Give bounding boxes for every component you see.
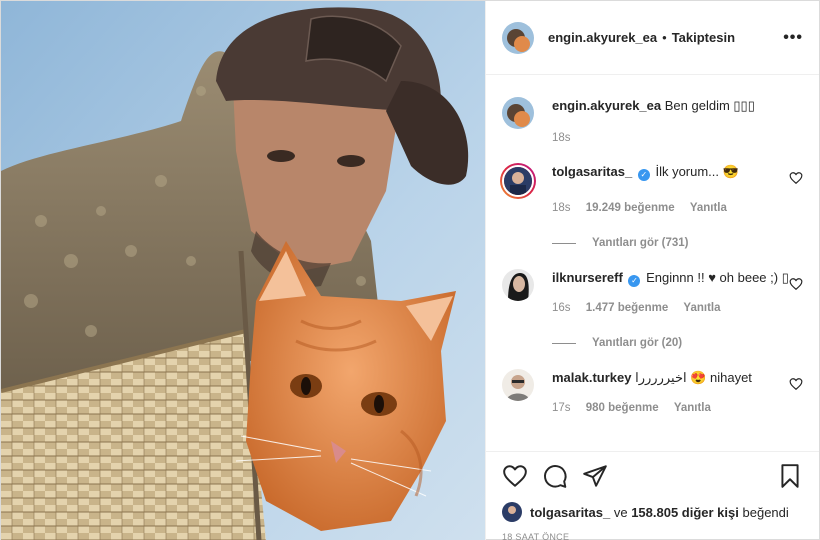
replies-divider [552, 242, 576, 244]
post-header: engin.akyurek_ea • Takiptesin ••• [486, 1, 819, 75]
comment-username[interactable]: tolgasaritas_ [552, 164, 632, 179]
comment-text: اخيرررررا 😍 nihayet [635, 370, 752, 385]
reply-button[interactable]: Yanıtla [683, 302, 720, 314]
comment-avatar-image [502, 269, 534, 301]
verified-badge-icon: ✓ [628, 275, 641, 287]
verified-badge-icon: ✓ [637, 169, 650, 181]
comment-like-heart-icon[interactable] [789, 171, 803, 185]
author-username[interactable]: engin.akyurek_ea [548, 30, 657, 45]
comment-icon[interactable] [542, 463, 568, 489]
post-side-panel: engin.akyurek_ea • Takiptesin ••• engin.… [485, 1, 819, 540]
reply-button[interactable]: Yanıtla [674, 402, 711, 414]
comment-avatar-story-ring[interactable] [500, 163, 536, 199]
author-avatar[interactable] [502, 21, 534, 54]
send-icon[interactable] [582, 463, 608, 489]
comment-item: tolgasaritas_ ✓ İlk yorum... 😎 18s 19.24… [500, 163, 803, 217]
comment-meta: 17s 980 beğenme Yanıtla [552, 399, 803, 417]
comment-like-heart-icon[interactable] [789, 377, 803, 391]
post-timestamp[interactable]: 18 SAAT ÖNCE [502, 532, 803, 540]
comment-text: Enginnn !! ♥ oh beee ;) ▯ [646, 270, 789, 285]
comment-item: ilknursereff ✓ Enginnn !! ♥ oh beee ;) ▯… [502, 269, 803, 317]
heart-icon[interactable] [502, 463, 528, 489]
author-avatar-image [502, 21, 534, 54]
comment-time[interactable]: 16s [552, 302, 571, 314]
liked-by-user[interactable]: tolgasaritas_ [530, 505, 610, 520]
view-replies-button[interactable]: Yanıtları gör (20) [552, 337, 803, 349]
view-replies-label: Yanıtları gör (20) [592, 337, 683, 349]
photo-illustration [1, 1, 485, 540]
comment-body: tolgasaritas_ ✓ İlk yorum... 😎 18s 19.24… [552, 163, 803, 217]
comment-avatar[interactable] [502, 269, 534, 301]
liked-by: tolgasaritas_ ve 158.805 diğer kişi beğe… [502, 502, 803, 522]
view-replies-label: Yanıtları gör (731) [592, 237, 689, 249]
more-horizontal-icon[interactable]: ••• [783, 29, 803, 47]
header-separator: • [662, 30, 667, 45]
comment-likes[interactable]: 980 beğenme [586, 402, 659, 414]
comment-meta: 18s 19.249 beğenme Yanıtla [552, 199, 803, 217]
replies-divider [552, 342, 576, 344]
comment-body: ilknursereff ✓ Enginnn !! ♥ oh beee ;) ▯… [552, 269, 803, 317]
caption-meta: 18s [552, 129, 803, 147]
comment-avatar-image [504, 167, 532, 195]
liked-by-avatar[interactable] [502, 502, 522, 522]
caption-body: engin.akyurek_ea Ben geldim ▯▯▯ 18s [552, 97, 803, 147]
caption-avatar-image [502, 97, 534, 129]
caption: engin.akyurek_ea Ben geldim ▯▯▯ 18s [502, 97, 803, 147]
view-replies-button[interactable]: Yanıtları gör (731) [552, 237, 803, 249]
instagram-post: engin.akyurek_ea • Takiptesin ••• engin.… [0, 0, 820, 540]
caption-text: Ben geldim ▯▯▯ [664, 98, 755, 113]
comment-meta: 16s 1.477 beğenme Yanıtla [552, 299, 803, 317]
comments-list: engin.akyurek_ea Ben geldim ▯▯▯ 18s tolg… [486, 75, 819, 451]
liked-by-suffix: beğendi [742, 504, 789, 520]
comment-username[interactable]: malak.turkey [552, 370, 632, 385]
comment-likes[interactable]: 19.249 beğenme [586, 202, 675, 214]
comment-avatar [502, 165, 534, 197]
comment-avatar[interactable] [502, 369, 534, 401]
action-icons [502, 462, 803, 490]
comment-like-heart-icon[interactable] [789, 277, 803, 291]
caption-time[interactable]: 18s [552, 132, 571, 144]
caption-username[interactable]: engin.akyurek_ea [552, 98, 661, 113]
comment-body: malak.turkey اخيرررررا 😍 nihayet 17s 980… [552, 369, 803, 417]
comment-item: malak.turkey اخيرررررا 😍 nihayet 17s 980… [502, 369, 803, 417]
follow-status-button[interactable]: Takiptesin [672, 30, 735, 45]
bookmark-icon[interactable] [777, 463, 803, 489]
caption-avatar[interactable] [502, 97, 534, 129]
reply-button[interactable]: Yanıtla [690, 202, 727, 214]
liked-by-connector: ve [613, 504, 628, 520]
post-actions: tolgasaritas_ ve 158.805 diğer kişi beğe… [486, 451, 819, 540]
comment-likes[interactable]: 1.477 beğenme [586, 302, 668, 314]
comment-text: İlk yorum... 😎 [655, 164, 739, 179]
liked-by-avatar-image [502, 502, 522, 522]
comment-username[interactable]: ilknursereff [552, 270, 623, 285]
comment-time[interactable]: 17s [552, 402, 571, 414]
comment-time[interactable]: 18s [552, 202, 571, 214]
liked-by-others[interactable]: 158.805 diğer kişi [631, 505, 739, 520]
comment-avatar-image [502, 369, 534, 401]
post-photo[interactable] [1, 1, 485, 540]
